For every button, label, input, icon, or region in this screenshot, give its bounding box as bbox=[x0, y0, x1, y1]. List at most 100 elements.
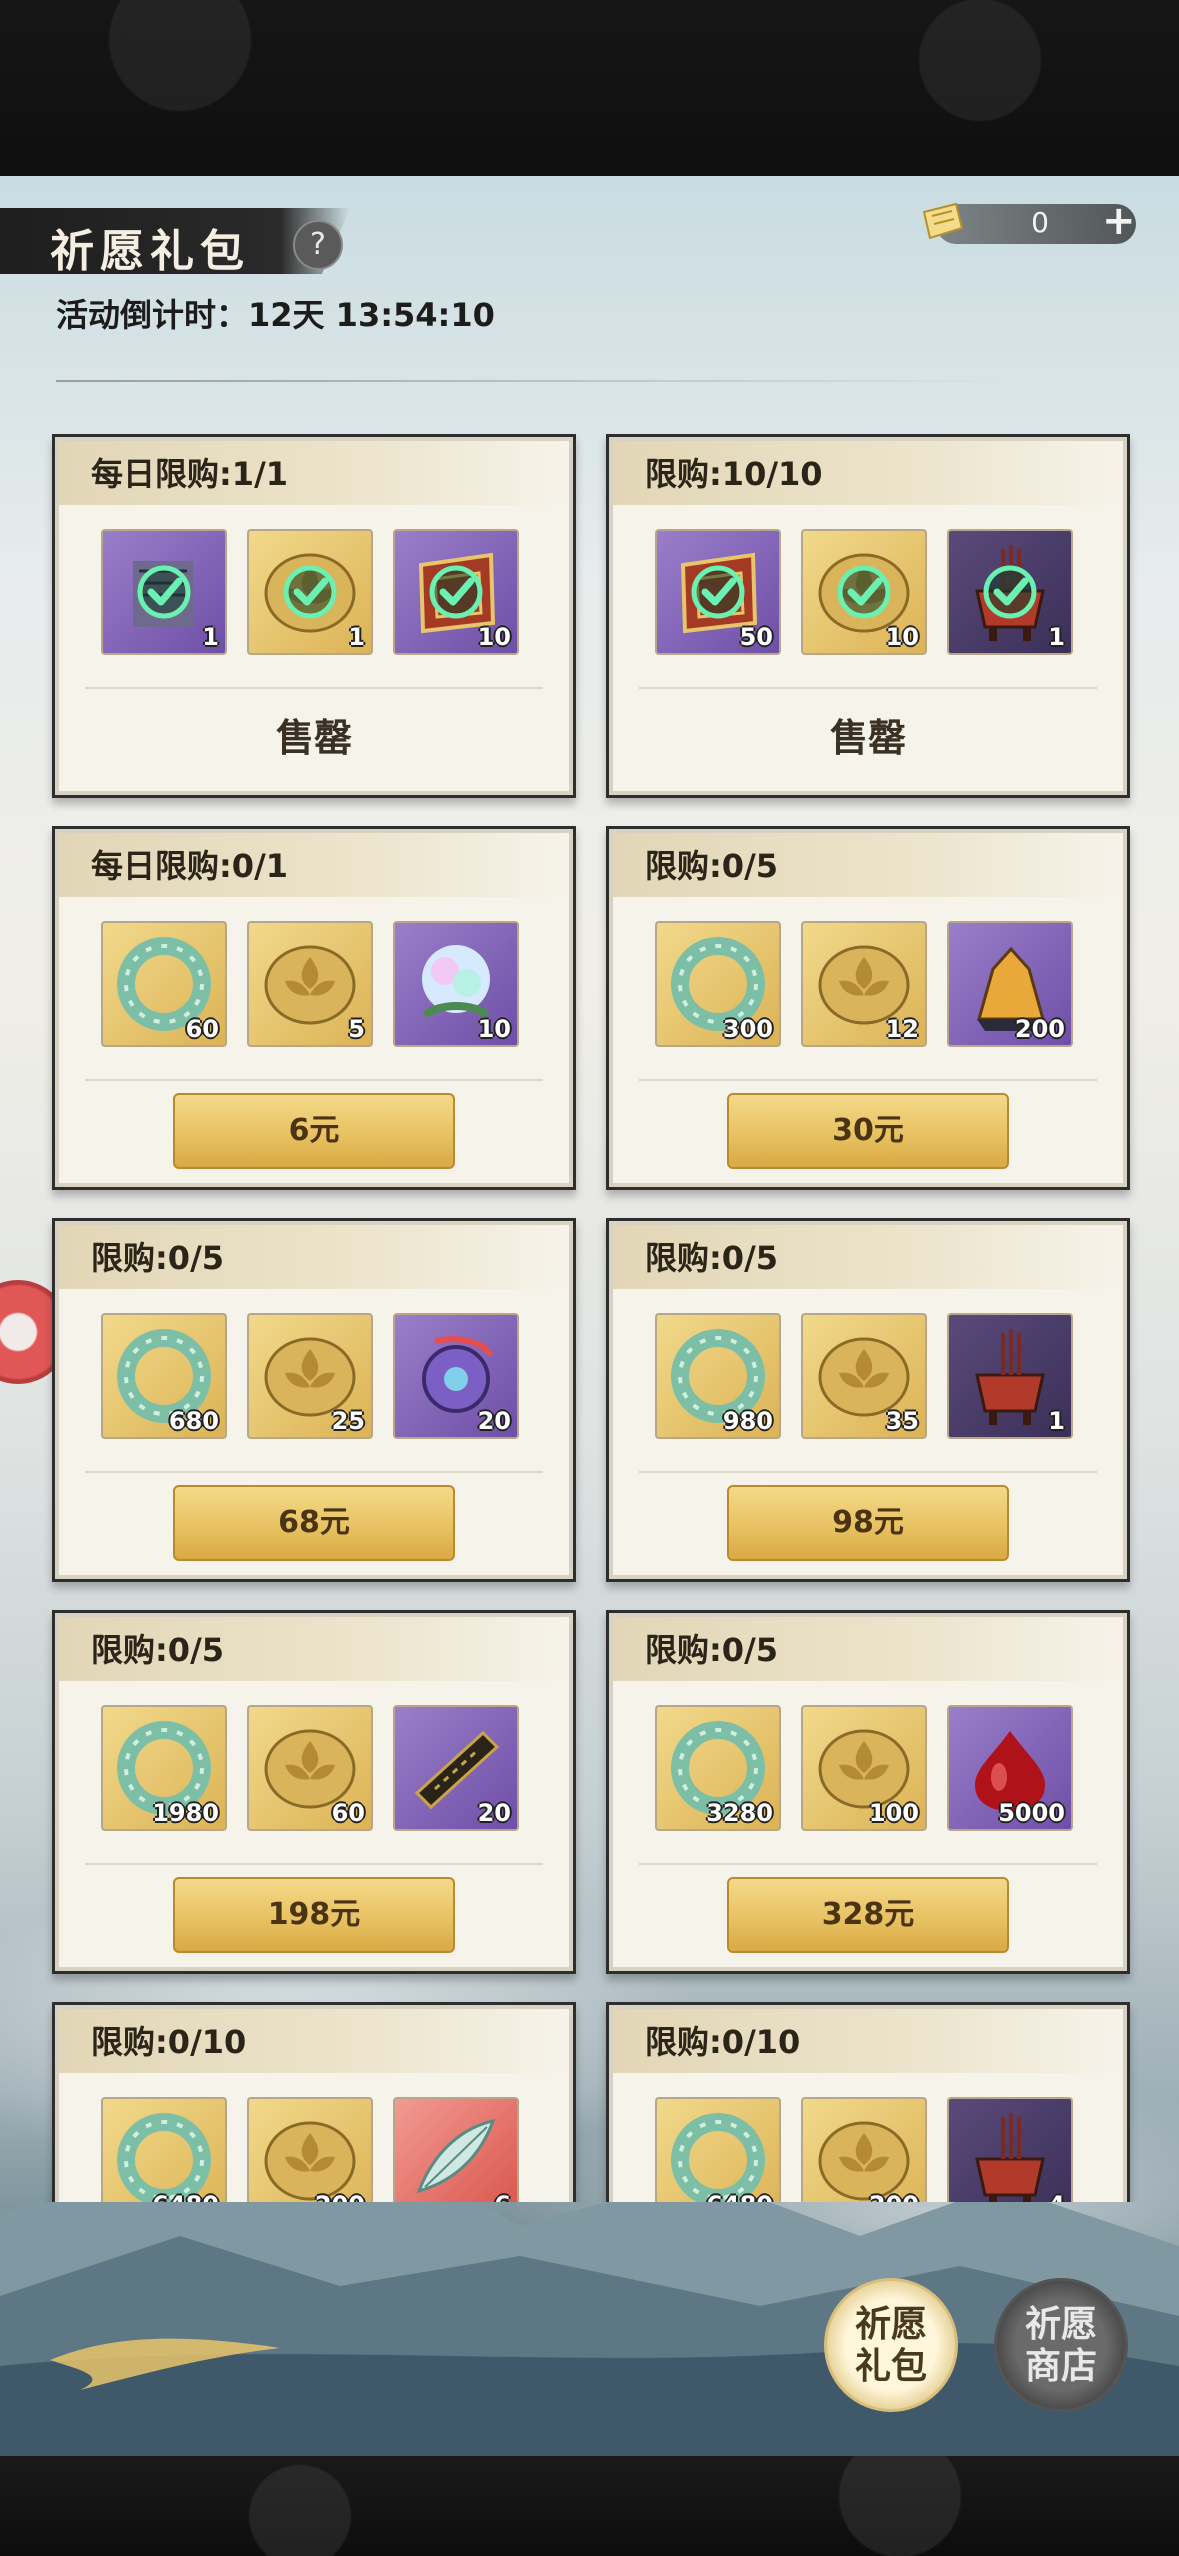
divider bbox=[85, 687, 543, 689]
lotus-coin-icon bbox=[264, 2121, 356, 2201]
reward-item[interactable]: 980 bbox=[655, 1313, 781, 1439]
reward-item[interactable]: 6480 bbox=[101, 2097, 227, 2202]
reward-item[interactable]: 35 bbox=[801, 1313, 927, 1439]
gift-pack-card: 限购:0/5 980 35 1 98元 bbox=[606, 1218, 1130, 1582]
buy-button[interactable]: 198元 bbox=[173, 1877, 455, 1953]
purchase-limit-label: 每日限购:0/1 bbox=[91, 847, 289, 885]
reward-item[interactable]: 1 bbox=[101, 529, 227, 655]
gift-pack-list[interactable]: 每日限购:1/1 1 1 10 售罄 限购:10/10 50 10 1 售罄 每日限… bbox=[0, 176, 1179, 2202]
reward-item[interactable]: 200 bbox=[947, 921, 1073, 1047]
reward-item[interactable]: 20 bbox=[393, 1705, 519, 1831]
reward-item[interactable]: 10 bbox=[801, 529, 927, 655]
reward-item[interactable]: 3280 bbox=[655, 1705, 781, 1831]
gift-pack-card: 限购:0/10 6480 200 6 bbox=[52, 2002, 576, 2202]
reward-item[interactable]: 10 bbox=[393, 921, 519, 1047]
item-quantity: 50 bbox=[739, 623, 773, 651]
reward-item[interactable]: 4 bbox=[947, 2097, 1073, 2202]
item-quantity: 4 bbox=[1048, 2191, 1065, 2202]
lotus-coin-icon bbox=[818, 2121, 910, 2201]
buy-button[interactable]: 68元 bbox=[173, 1485, 455, 1561]
reward-item[interactable]: 5 bbox=[247, 921, 373, 1047]
item-quantity: 6480 bbox=[706, 2191, 773, 2202]
gift-pack-card: 限购:0/5 680 25 20 68元 bbox=[52, 1218, 576, 1582]
reward-item[interactable]: 25 bbox=[247, 1313, 373, 1439]
item-quantity: 12 bbox=[885, 1015, 919, 1043]
tab-shop-label-2: 商店 bbox=[1024, 2345, 1097, 2387]
gift-pack-card: 限购:0/5 3280 100 5000 328元 bbox=[606, 1610, 1130, 1974]
purchase-limit-label: 限购:0/5 bbox=[91, 1631, 225, 1669]
jade-ring-icon bbox=[671, 2113, 765, 2202]
buy-button[interactable]: 328元 bbox=[727, 1877, 1009, 1953]
divider bbox=[639, 1471, 1097, 1473]
divider bbox=[85, 1079, 543, 1081]
bottom-decor-band bbox=[0, 2456, 1179, 2556]
reward-items: 50 10 1 bbox=[655, 529, 1085, 659]
divider bbox=[639, 687, 1097, 689]
reward-items: 3280 100 5000 bbox=[655, 1705, 1085, 1835]
item-quantity: 5 bbox=[348, 1015, 365, 1043]
item-quantity: 200 bbox=[1014, 1015, 1065, 1043]
top-decor-band bbox=[0, 0, 1179, 176]
purchase-limit-label: 限购:0/10 bbox=[645, 2023, 801, 2061]
reward-item[interactable]: 60 bbox=[101, 921, 227, 1047]
purchase-limit-label: 限购:0/10 bbox=[91, 2023, 247, 2061]
reward-item[interactable]: 300 bbox=[655, 921, 781, 1047]
reward-item[interactable]: 1 bbox=[247, 529, 373, 655]
reward-item[interactable]: 200 bbox=[801, 2097, 927, 2202]
buy-button[interactable]: 6元 bbox=[173, 1093, 455, 1169]
reward-item[interactable]: 680 bbox=[101, 1313, 227, 1439]
feather-fan-icon bbox=[416, 2118, 496, 2194]
reward-item[interactable]: 1980 bbox=[101, 1705, 227, 1831]
tab-gift-pack-label-2: 礼包 bbox=[854, 2345, 927, 2387]
item-quantity: 20 bbox=[477, 1407, 511, 1435]
item-quantity: 6 bbox=[494, 2191, 511, 2202]
reward-item[interactable]: 20 bbox=[393, 1313, 519, 1439]
purchase-limit-label: 限购:0/5 bbox=[645, 1239, 779, 1277]
reward-items: 680 25 20 bbox=[101, 1313, 531, 1443]
reward-item[interactable]: 10 bbox=[393, 529, 519, 655]
item-quantity: 680 bbox=[168, 1407, 219, 1435]
reward-items: 1 1 10 bbox=[101, 529, 531, 659]
divider bbox=[639, 1863, 1097, 1865]
item-quantity: 5000 bbox=[998, 1799, 1065, 1827]
item-quantity: 200 bbox=[315, 2191, 365, 2202]
reward-items: 6480 200 4 bbox=[655, 2097, 1085, 2202]
reward-items: 980 35 1 bbox=[655, 1313, 1085, 1443]
gift-pack-card: 限购:0/10 6480 200 4 bbox=[606, 2002, 1130, 2202]
reward-item[interactable]: 5000 bbox=[947, 1705, 1073, 1831]
tab-gift-pack[interactable]: 祈愿 礼包 bbox=[824, 2278, 958, 2412]
tab-shop-label-1: 祈愿 bbox=[1024, 2303, 1097, 2345]
reward-item[interactable]: 6480 bbox=[655, 2097, 781, 2202]
reward-item[interactable]: 50 bbox=[655, 529, 781, 655]
buy-button[interactable]: 98元 bbox=[727, 1485, 1009, 1561]
item-quantity: 35 bbox=[885, 1407, 919, 1435]
item-quantity: 1 bbox=[1048, 1407, 1065, 1435]
buy-button[interactable]: 30元 bbox=[727, 1093, 1009, 1169]
item-quantity: 3280 bbox=[706, 1799, 773, 1827]
gift-pack-card: 限购:10/10 50 10 1 售罄 bbox=[606, 434, 1130, 798]
divider bbox=[85, 1863, 543, 1865]
item-quantity: 100 bbox=[868, 1799, 919, 1827]
item-quantity: 6480 bbox=[152, 2191, 219, 2202]
reward-item[interactable]: 1 bbox=[947, 529, 1073, 655]
reward-item[interactable]: 100 bbox=[801, 1705, 927, 1831]
tab-gift-pack-label-1: 祈愿 bbox=[854, 2303, 927, 2345]
item-quantity: 980 bbox=[722, 1407, 773, 1435]
jade-ring-icon bbox=[117, 2113, 211, 2202]
reward-item[interactable]: 200 bbox=[247, 2097, 373, 2202]
divider bbox=[639, 1079, 1097, 1081]
reward-item[interactable]: 6 bbox=[393, 2097, 519, 2202]
item-quantity: 10 bbox=[477, 1015, 511, 1043]
purchase-limit-label: 限购:10/10 bbox=[645, 455, 823, 493]
reward-item[interactable]: 60 bbox=[247, 1705, 373, 1831]
gift-pack-card: 每日限购:0/1 60 5 10 6元 bbox=[52, 826, 576, 1190]
reward-items: 60 5 10 bbox=[101, 921, 531, 1051]
gift-pack-card: 限购:0/5 1980 60 20 198元 bbox=[52, 1610, 576, 1974]
item-quantity: 20 bbox=[477, 1799, 511, 1827]
tab-shop[interactable]: 祈愿 商店 bbox=[994, 2278, 1128, 2412]
reward-item[interactable]: 1 bbox=[947, 1313, 1073, 1439]
reward-items: 300 12 200 bbox=[655, 921, 1085, 1051]
reward-item[interactable]: 12 bbox=[801, 921, 927, 1047]
gift-pack-card: 每日限购:1/1 1 1 10 售罄 bbox=[52, 434, 576, 798]
item-quantity: 300 bbox=[722, 1015, 773, 1043]
